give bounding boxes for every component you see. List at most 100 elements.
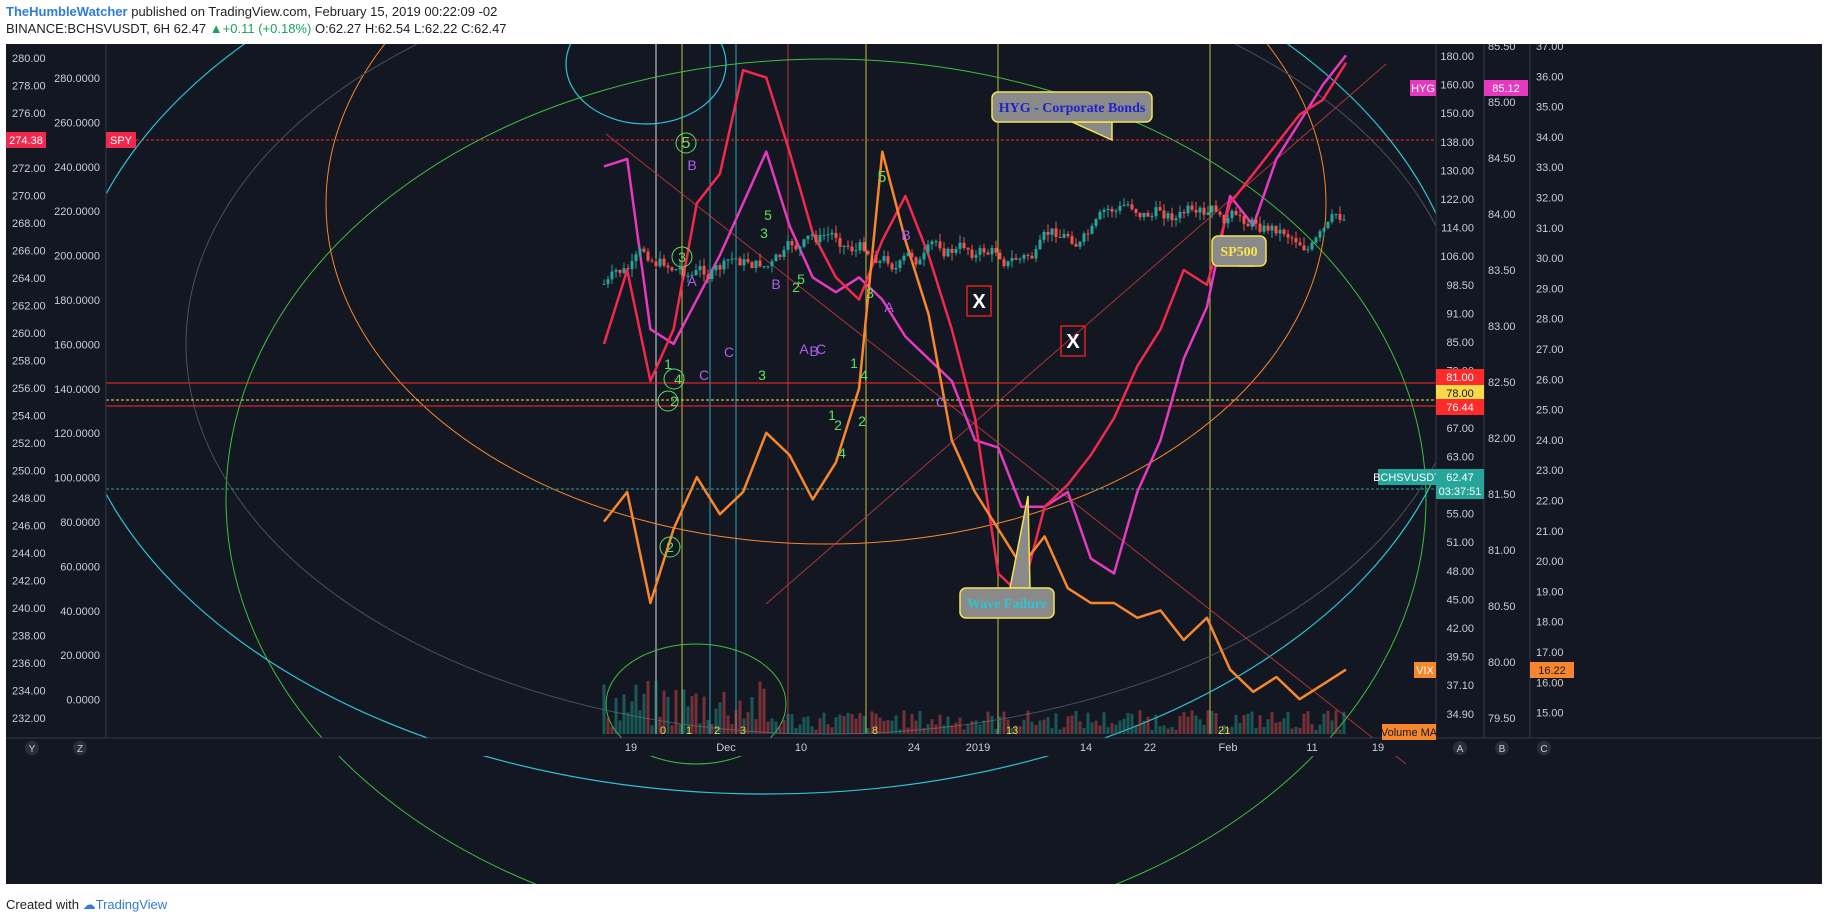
candle-body <box>874 254 878 263</box>
volume-bar <box>702 696 706 734</box>
volume-bar <box>802 717 806 734</box>
tick-label-right: 34.00 <box>1536 132 1564 144</box>
candle-body <box>1146 212 1150 217</box>
volume-bar <box>730 724 734 734</box>
volume-bar <box>878 717 882 734</box>
tick-label-vix: 122.00 <box>1440 194 1474 206</box>
candle-body <box>778 254 782 257</box>
tick-label-hyg: 82.50 <box>1488 377 1516 389</box>
tick-label-price: 20.0000 <box>60 650 100 662</box>
tick-label-spy: 262.00 <box>12 301 46 313</box>
candle-body <box>1110 208 1114 212</box>
candle-body <box>798 246 802 250</box>
volume-bar <box>854 718 858 734</box>
volume-bar <box>734 710 738 734</box>
volume-bar <box>958 717 962 734</box>
candle-body <box>710 270 714 279</box>
tick-label-time: 19 <box>625 742 637 754</box>
volume-bar <box>614 698 618 734</box>
tag-bchsv-countdown: 03:37:51 <box>1439 486 1482 498</box>
candle-body <box>1086 233 1090 235</box>
tag-level-81: 81.00 <box>1446 372 1474 384</box>
volume-bar <box>770 718 774 734</box>
cycle-number: 8 <box>872 725 878 737</box>
volume-bar <box>1118 720 1122 734</box>
volume-bar <box>670 725 674 734</box>
candle-body <box>826 234 830 236</box>
tick-label-right: 26.00 <box>1536 374 1564 386</box>
volume-bar <box>1098 725 1102 734</box>
tick-label-price: 140.0000 <box>54 384 100 396</box>
tick-label-price: 160.0000 <box>54 339 100 351</box>
candle-body <box>718 265 722 270</box>
candle-body <box>1158 207 1162 211</box>
volume-bar <box>886 720 890 734</box>
candle-body <box>1306 249 1310 251</box>
price-change: +0.11 (+0.18%) <box>222 21 312 36</box>
candle-body <box>634 254 638 262</box>
volume-bar <box>866 728 870 734</box>
candle-body <box>762 266 766 268</box>
candle-body <box>1250 219 1254 227</box>
candle-body <box>654 261 658 267</box>
right-axis-panel <box>1436 44 1822 744</box>
candle-body <box>1174 218 1178 221</box>
volume-bar <box>1230 726 1234 734</box>
candle-body <box>706 274 710 279</box>
tick-label-hyg: 81.00 <box>1488 545 1516 557</box>
candle-body <box>818 235 822 242</box>
tick-label-price: 200.0000 <box>54 251 100 263</box>
wave-label: 4 <box>838 445 846 461</box>
chart-header-line2: BINANCE:BCHSVUSDT, 6H 62.47 ▲+0.11 (+0.1… <box>6 21 507 36</box>
candle-body <box>602 283 606 285</box>
tag-volume-ma: Volume MA <box>1381 727 1438 739</box>
tick-label-right: 33.00 <box>1536 162 1564 174</box>
tradingview-logo-icon: ☁ <box>82 897 96 912</box>
cycle-number: 1 <box>686 725 692 737</box>
volume-bar <box>1238 722 1242 734</box>
candle-body <box>1222 214 1226 224</box>
volume-bar <box>1154 714 1158 734</box>
volume-bar <box>1334 710 1338 734</box>
candle-body <box>1262 225 1266 232</box>
tradingview-link[interactable]: TradingView <box>96 897 168 912</box>
author-name[interactable]: TheHumbleWatcher <box>6 4 128 19</box>
candle-body <box>930 241 934 245</box>
candle-body <box>1314 237 1318 243</box>
candle-body <box>1230 210 1234 219</box>
volume-bar <box>1162 725 1166 734</box>
tick-label-vix: 45.00 <box>1446 594 1474 606</box>
candle-body <box>1210 205 1214 213</box>
volume-bar <box>654 681 658 734</box>
tag-vix-name: VIX <box>1416 665 1434 677</box>
candle-body <box>670 267 674 271</box>
candle-body <box>622 268 626 273</box>
candle-body <box>994 248 998 253</box>
volume-bar <box>930 719 934 734</box>
tick-label-hyg: 83.50 <box>1488 265 1516 277</box>
candle-body <box>1334 214 1338 216</box>
candle-body <box>1130 204 1134 210</box>
volume-bar <box>850 714 854 734</box>
tick-label-price: 180.0000 <box>54 295 100 307</box>
wave-label: A <box>687 273 697 289</box>
trading-chart[interactable]: 5321425332142531425BACBACBA CBC0 1 2 3 8 13 21 … <box>6 44 1822 884</box>
wave-label: 2 <box>670 393 678 409</box>
wave-label: 5 <box>764 207 772 223</box>
candle-body <box>606 279 610 284</box>
wave-label: B <box>771 276 780 292</box>
candle-body <box>1014 258 1018 260</box>
volume-bar <box>938 714 942 734</box>
volume-bar <box>794 728 798 734</box>
axis-toggle-Z: Z <box>77 744 83 755</box>
wave-label: C <box>699 367 709 383</box>
tick-label-spy: 248.00 <box>12 493 46 505</box>
volume-bar <box>1058 729 1062 734</box>
volume-bar <box>962 729 966 734</box>
volume-bar <box>1122 718 1126 734</box>
volume-bar <box>1142 720 1146 734</box>
tick-label-vix: 63.00 <box>1446 451 1474 463</box>
volume-bar <box>1046 717 1050 734</box>
volume-bar <box>842 716 846 734</box>
wave-label: B <box>687 157 696 173</box>
